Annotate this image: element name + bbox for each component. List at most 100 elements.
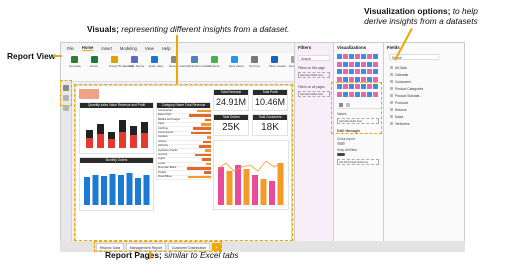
ribbon-button-label: Excel <box>90 64 98 68</box>
tab-view[interactable]: View <box>145 46 154 51</box>
visual-type-icon[interactable] <box>349 61 354 67</box>
ribbon-button[interactable]: More visuals <box>269 56 286 68</box>
report-pages-highlight-box <box>94 241 222 252</box>
visual-type-icon[interactable] <box>361 61 366 67</box>
field-table-item[interactable]: Product Subcate... <box>390 93 422 98</box>
keep-filters-toggle[interactable] <box>337 153 345 156</box>
visual-type-icon[interactable] <box>337 69 342 74</box>
ribbon-button-icon <box>230 56 238 63</box>
filters-search-placeholder: Search <box>301 56 312 61</box>
visual-type-icon[interactable] <box>361 76 366 82</box>
ribbon-button-icon <box>70 56 78 63</box>
keep-filters-label: Keep all filters <box>337 148 358 152</box>
visual-type-icon[interactable] <box>337 54 342 59</box>
visuals-highlight-box <box>74 84 293 241</box>
cross-report-toggle[interactable] <box>337 142 345 145</box>
ribbon-button[interactable]: Text box <box>249 56 260 68</box>
ribbon-button[interactable]: Power BI datasets <box>109 56 134 68</box>
visual-type-icon[interactable] <box>367 76 372 82</box>
visual-type-icon[interactable] <box>373 54 378 59</box>
ribbon-button-icon <box>210 56 218 63</box>
cross-report-label: Cross-report <box>337 137 355 141</box>
field-table-item[interactable]: Customers <box>390 79 411 84</box>
tab-home[interactable]: Home <box>81 45 94 51</box>
field-table-label: Returns <box>395 107 407 112</box>
viz-options-highlight-box <box>331 82 382 134</box>
ribbon-button[interactable]: SQL Server <box>129 56 145 68</box>
visual-type-icon[interactable] <box>337 61 342 67</box>
field-table-item[interactable]: Returns <box>390 107 407 112</box>
field-table-item[interactable]: Products <box>390 100 408 105</box>
visual-type-icon[interactable] <box>349 76 354 82</box>
visual-type-icon[interactable] <box>361 54 366 59</box>
field-table-item[interactable]: Calendar <box>390 72 408 77</box>
table-icon <box>390 101 393 104</box>
table-icon <box>390 87 393 90</box>
filters-all-dropzone-text: Add data fields here <box>300 92 324 96</box>
visual-type-icon[interactable] <box>373 61 378 67</box>
drill-dropzone[interactable]: Add drill-through fields here <box>337 159 379 165</box>
visual-type-icon[interactable] <box>367 54 372 59</box>
field-table-item[interactable]: Territories <box>390 121 409 126</box>
field-table-label: Customers <box>395 79 411 84</box>
visual-type-icon[interactable] <box>343 76 348 82</box>
visualizations-pane: Visualizations Values Add data fields he… <box>333 43 383 251</box>
drill-dropzone-text: Add drill-through fields here <box>339 160 369 164</box>
ribbon-button[interactable]: Enter data <box>149 56 163 68</box>
tab-file[interactable]: File <box>67 46 74 51</box>
report-view-annotation: Report View <box>7 51 55 61</box>
viz-options-annotation-rest2: derive insights from a datasets <box>364 16 478 26</box>
ribbon-button-label: Enter data <box>149 64 163 68</box>
filters-all-dropzone[interactable]: Add data fields here <box>298 91 330 97</box>
visual-type-icon[interactable] <box>355 76 360 82</box>
ribbon-button[interactable]: Excel <box>89 56 99 68</box>
table-icon <box>390 94 393 97</box>
ribbon-button-label: Transform data <box>189 64 210 68</box>
field-table-item[interactable]: All Data <box>390 65 407 70</box>
visuals-arrow <box>176 35 178 84</box>
field-table-label: Sales <box>395 114 404 119</box>
viz-options-annotation-rest1: to help <box>450 6 478 16</box>
field-table-label: Product Categories <box>395 86 424 91</box>
tab-help[interactable]: Help <box>162 46 171 51</box>
viz-options-annotation: Visualization options; to help derive in… <box>364 6 478 26</box>
ribbon-button-icon <box>270 56 278 63</box>
fields-title: Fields <box>387 45 400 50</box>
ribbon-button[interactable]: New visual <box>229 56 244 68</box>
visual-type-icon[interactable] <box>343 54 348 59</box>
visual-type-icon[interactable] <box>349 69 354 74</box>
visual-type-icon[interactable] <box>355 61 360 67</box>
ribbon-button[interactable]: Get data <box>69 56 81 68</box>
table-icon <box>390 66 393 69</box>
visual-type-icon[interactable] <box>355 54 360 59</box>
visuals-annotation-rest: representing different insights from a d… <box>118 24 290 34</box>
field-table-label: Product Subcate... <box>395 93 423 98</box>
filters-page-dropzone[interactable]: Add data fields here <box>298 72 330 78</box>
ribbon-button[interactable]: Transform data <box>189 56 210 68</box>
visuals-annotation: Visuals; representing different insights… <box>87 24 289 34</box>
visual-type-icon[interactable] <box>343 61 348 67</box>
ribbon-button-icon <box>250 56 258 63</box>
view-switcher <box>61 81 72 251</box>
ribbon-button-label: Refresh <box>209 64 220 68</box>
field-table-item[interactable]: Sales <box>390 114 403 119</box>
field-table-item[interactable]: Product Categories <box>390 86 423 91</box>
visual-type-icon[interactable] <box>361 69 366 74</box>
tab-modeling[interactable]: Modeling <box>120 46 137 51</box>
ribbon-button-label: Power BI datasets <box>109 64 134 68</box>
visual-type-icon[interactable] <box>367 69 372 74</box>
visual-type-icon[interactable] <box>367 61 372 67</box>
visual-type-icon[interactable] <box>373 76 378 82</box>
ribbon-button[interactable]: Refresh <box>209 56 220 68</box>
fields-pane: Fields Search All DataCalendarCustomersP… <box>383 43 464 251</box>
visual-type-icon[interactable] <box>349 54 354 59</box>
visual-type-icon[interactable] <box>343 69 348 74</box>
ribbon-button-label: New visual <box>229 64 244 68</box>
filters-all-pages-label: Filters on all pages <box>298 85 325 89</box>
filters-search-input[interactable]: Search <box>298 55 330 61</box>
filters-title: Filters <box>298 45 312 50</box>
visual-type-icon[interactable] <box>373 69 378 74</box>
tab-insert[interactable]: Insert <box>101 46 111 51</box>
visual-type-icon[interactable] <box>355 69 360 74</box>
visual-type-icon[interactable] <box>337 76 342 82</box>
